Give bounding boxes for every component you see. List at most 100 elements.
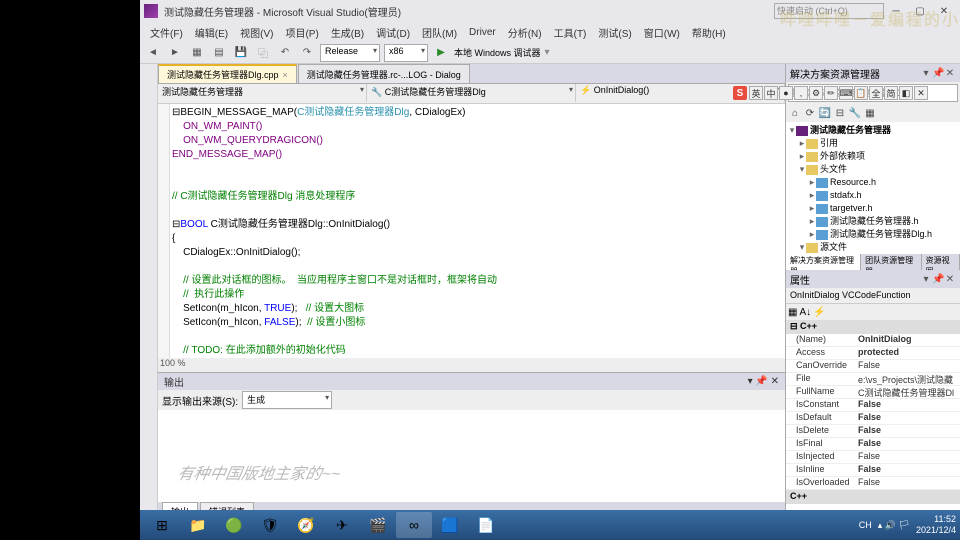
menu-item[interactable]: 编辑(E) bbox=[189, 23, 234, 42]
ime-button[interactable]: 中 bbox=[764, 86, 778, 100]
menu-item[interactable]: 团队(M) bbox=[416, 23, 463, 42]
pin-icon[interactable]: 📌 bbox=[932, 68, 944, 79]
properties-toolbar[interactable]: ▦A↓⚡ bbox=[786, 304, 960, 320]
output-body[interactable]: 有种中国版地主家的~~ bbox=[158, 410, 785, 502]
ime-button[interactable]: ✕ bbox=[914, 86, 928, 100]
tray-ime[interactable]: CH bbox=[859, 520, 872, 530]
open-icon[interactable]: ▤ bbox=[210, 44, 228, 62]
property-row[interactable]: IsDefaultFalse bbox=[786, 412, 960, 425]
ime-button[interactable]: ✏ bbox=[824, 86, 838, 100]
tree-node[interactable]: ▸测试隐藏任务管理器Dlg.h bbox=[788, 228, 958, 241]
tree-node[interactable]: ▾头文件 bbox=[788, 163, 958, 176]
menu-item[interactable]: 测试(S) bbox=[592, 23, 637, 42]
redo-icon[interactable]: ↷ bbox=[298, 44, 316, 62]
taskbar-app[interactable]: 🧭 bbox=[288, 512, 324, 538]
menu-item[interactable]: 帮助(H) bbox=[686, 23, 732, 42]
platform-combo[interactable]: x86 bbox=[384, 44, 428, 62]
taskbar-app[interactable]: 📄 bbox=[468, 512, 504, 538]
menu-item[interactable]: 文件(F) bbox=[144, 23, 189, 42]
property-row[interactable]: Filee:\vs_Projects\测试隐藏 bbox=[786, 373, 960, 386]
save-icon[interactable]: 💾 bbox=[232, 44, 250, 62]
nav-fwd-icon[interactable]: ► bbox=[166, 44, 184, 62]
tree-node[interactable]: ▾源文件 bbox=[788, 241, 958, 254]
code-editor[interactable]: ⊟BEGIN_MESSAGE_MAP(C测试隐藏任务管理器Dlg, CDialo… bbox=[158, 104, 785, 358]
solution-tabstrip[interactable]: 解决方案资源管理器团队资源管理器资源视图 bbox=[786, 254, 960, 270]
taskbar-app[interactable]: ✈ bbox=[324, 512, 360, 538]
tree-node[interactable]: ▸targetver.h bbox=[788, 202, 958, 215]
ime-button[interactable]: 全 bbox=[869, 86, 883, 100]
tray-icons[interactable]: ▴ 🔊 🏳 bbox=[878, 520, 910, 531]
ime-button[interactable]: , bbox=[794, 86, 808, 100]
solution-tab[interactable]: 团队资源管理器 bbox=[861, 254, 921, 270]
menu-item[interactable]: 分析(N) bbox=[502, 23, 548, 42]
property-row[interactable]: FullNameC测试隐藏任务管理器Dl bbox=[786, 386, 960, 399]
solution-tree[interactable]: ▾测试隐藏任务管理器▸引用▸外部依赖项▾头文件▸Resource.h▸stdaf… bbox=[786, 122, 960, 254]
property-row[interactable]: IsInlineFalse bbox=[786, 464, 960, 477]
menu-item[interactable]: 生成(B) bbox=[325, 23, 370, 42]
menubar[interactable]: 文件(F)编辑(E)视图(V)项目(P)生成(B)调试(D)团队(M)Drive… bbox=[140, 22, 960, 42]
tray-clock[interactable]: 11:522021/12/4 bbox=[916, 514, 956, 536]
properties-category[interactable]: ⊟ C++ bbox=[786, 320, 960, 334]
nav-scope-combo[interactable]: 测试隐藏任务管理器 bbox=[158, 84, 367, 102]
ime-button[interactable]: ⚙ bbox=[809, 86, 823, 100]
document-tab[interactable]: 测试隐藏任务管理器Dlg.cpp × bbox=[158, 64, 297, 83]
output-source-combo[interactable]: 生成 bbox=[242, 391, 332, 409]
menu-item[interactable]: 调试(D) bbox=[370, 23, 416, 42]
windows-taskbar[interactable]: ⊞ 📁 🟢 🛡 🧭 ✈ 🎬 ∞ 🟦 📄 CH ▴ 🔊 🏳 11:522021/1… bbox=[140, 510, 960, 540]
nav-class-combo[interactable]: 🔧 C测试隐藏任务管理器Dlg bbox=[367, 84, 576, 102]
left-toolwell[interactable] bbox=[140, 64, 158, 520]
menu-item[interactable]: 项目(P) bbox=[279, 23, 324, 42]
ime-toolbar[interactable]: 英中●,⚙✏⌨📋全简◧✕ bbox=[749, 86, 928, 100]
minimize-button[interactable]: ─ bbox=[884, 3, 908, 19]
menu-item[interactable]: 视图(V) bbox=[234, 23, 279, 42]
tree-node[interactable]: ▾测试隐藏任务管理器 bbox=[788, 124, 958, 137]
taskbar-vs[interactable]: ∞ bbox=[396, 512, 432, 538]
start-button[interactable]: ⊞ bbox=[144, 512, 180, 538]
property-row[interactable]: IsDeleteFalse bbox=[786, 425, 960, 438]
property-row[interactable]: IsFinalFalse bbox=[786, 438, 960, 451]
ime-button[interactable]: 英 bbox=[749, 86, 763, 100]
panel-close-icon[interactable]: ✕ bbox=[944, 68, 956, 79]
solution-toolbar[interactable]: ⌂⟳🔄 ⊟🔧▦ bbox=[786, 104, 960, 122]
sogou-ime-icon[interactable]: S bbox=[733, 86, 747, 100]
property-row[interactable]: Accessprotected bbox=[786, 347, 960, 360]
ime-button[interactable]: ● bbox=[779, 86, 793, 100]
tree-node[interactable]: ▸Resource.h bbox=[788, 176, 958, 189]
taskbar-app[interactable]: 🟢 bbox=[216, 512, 252, 538]
property-row[interactable]: IsConstantFalse bbox=[786, 399, 960, 412]
menu-item[interactable]: 窗口(W) bbox=[638, 23, 686, 42]
tree-node[interactable]: ▸引用 bbox=[788, 137, 958, 150]
ime-button[interactable]: ⌨ bbox=[839, 86, 853, 100]
taskbar-app[interactable]: 🛡 bbox=[252, 512, 288, 538]
start-debug-label[interactable]: 本地 Windows 调试器 bbox=[454, 46, 541, 59]
start-debug-icon[interactable]: ▶ bbox=[432, 44, 450, 62]
close-button[interactable]: ✕ bbox=[932, 3, 956, 19]
ime-button[interactable]: 📋 bbox=[854, 86, 868, 100]
tree-node[interactable]: ▸测试隐藏任务管理器.h bbox=[788, 215, 958, 228]
tree-node[interactable]: ▸stdafx.h bbox=[788, 189, 958, 202]
maximize-button[interactable]: ▢ bbox=[908, 3, 932, 19]
saveall-icon[interactable]: ⿻ bbox=[254, 44, 272, 62]
menu-item[interactable]: 工具(T) bbox=[548, 23, 593, 42]
tab-close-icon[interactable]: × bbox=[283, 70, 288, 80]
property-row[interactable]: IsInjectedFalse bbox=[786, 451, 960, 464]
taskbar-app[interactable]: 🟦 bbox=[432, 512, 468, 538]
pin-icon[interactable]: ▾ 📌 ✕ bbox=[748, 376, 779, 387]
ime-button[interactable]: ◧ bbox=[899, 86, 913, 100]
quick-launch-input[interactable]: 快速启动 (Ctrl+Q) bbox=[774, 3, 884, 19]
config-combo[interactable]: Release bbox=[320, 44, 380, 62]
solution-tab[interactable]: 资源视图 bbox=[922, 254, 960, 270]
properties-grid[interactable]: (Name)OnInitDialogAccessprotectedCanOver… bbox=[786, 334, 960, 490]
undo-icon[interactable]: ↶ bbox=[276, 44, 294, 62]
panel-menu-icon[interactable]: ▾ bbox=[920, 68, 932, 79]
solution-tab[interactable]: 解决方案资源管理器 bbox=[786, 254, 861, 270]
tree-node[interactable]: ▸外部依赖项 bbox=[788, 150, 958, 163]
new-icon[interactable]: ▦ bbox=[188, 44, 206, 62]
zoom-level[interactable]: 100 % bbox=[158, 358, 785, 372]
property-row[interactable]: IsOverloadedFalse bbox=[786, 477, 960, 490]
taskbar-app[interactable]: 🎬 bbox=[360, 512, 396, 538]
menu-item[interactable]: Driver bbox=[463, 25, 502, 40]
ime-button[interactable]: 简 bbox=[884, 86, 898, 100]
property-row[interactable]: CanOverrideFalse bbox=[786, 360, 960, 373]
taskbar-app[interactable]: 📁 bbox=[180, 512, 216, 538]
